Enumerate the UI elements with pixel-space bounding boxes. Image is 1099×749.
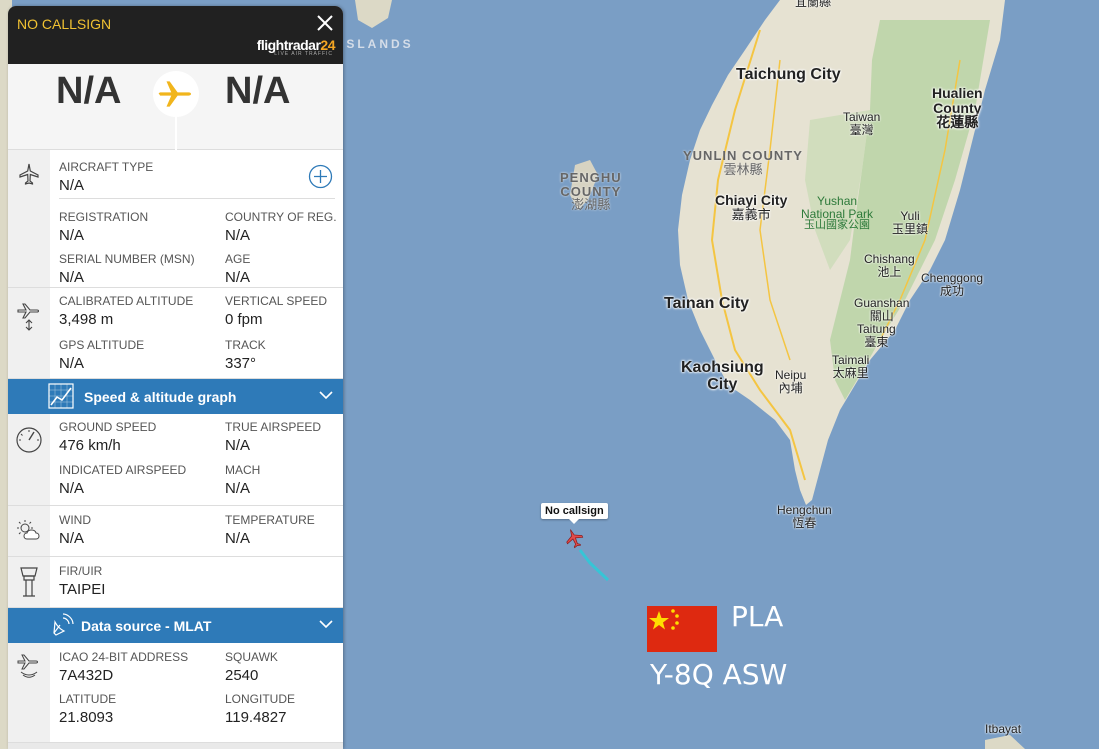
altitude-icon <box>17 303 40 331</box>
icao-address-field: ICAO 24-BIT ADDRESS 7A432D <box>59 650 189 684</box>
vertical-speed-field: VERTICAL SPEED 0 fpm <box>225 294 328 328</box>
mach-field: MACH N/A <box>225 463 261 497</box>
aircraft-marker-icon[interactable] <box>563 527 585 549</box>
latitude-field: LATITUDE 21.8093 <box>59 692 117 726</box>
map-label-tainan: Tainan City <box>664 295 750 312</box>
msn-section: SERIAL NUMBER (MSN) N/A AGE N/A <box>8 246 343 288</box>
map-label-penghu: PENGHU COUNTY 澎湖縣 <box>560 170 622 213</box>
map-label-taitung: Taitung 臺東 <box>857 322 896 349</box>
map-label-guanshan: Guanshan 關山 <box>854 296 910 323</box>
origin-code: N/A <box>56 70 122 112</box>
speedometer-icon <box>16 427 42 453</box>
map-label-hengchun: Hengchun 恆春 <box>777 503 832 530</box>
aircraft-type-overlay: Y-8Q ASW <box>650 658 788 691</box>
aircraft-icon <box>19 163 39 185</box>
registration-field: REGISTRATION N/A <box>59 210 149 244</box>
weather-section: WIND N/A TEMPERATURE N/A <box>8 506 343 557</box>
longitude-field: LONGITUDE 119.4827 <box>225 692 296 726</box>
map-label-taiwan: Taiwan 臺灣 <box>843 110 881 137</box>
wind-field: WIND N/A <box>59 513 91 547</box>
chevron-down-icon <box>319 391 333 400</box>
map-label-top-zh: 宜蘭縣 <box>795 0 832 9</box>
map-label-taichung: Taichung City <box>736 66 841 83</box>
map-label-chenggong: Chenggong 成功 <box>921 271 984 298</box>
callsign-tag[interactable]: No callsign <box>541 503 608 524</box>
fir-field: FIR/UIR TAIPEI <box>59 564 106 598</box>
calibrated-altitude-field: CALIBRATED ALTITUDE 3,498 m <box>59 294 194 328</box>
map-label-chiayi: Chiayi City 嘉義市 <box>715 192 788 222</box>
control-tower-icon <box>20 567 38 597</box>
map-label-yunlin: YUNLIN COUNTY 雲林縣 <box>683 148 803 177</box>
indicated-airspeed-field: INDICATED AIRSPEED N/A <box>59 463 187 497</box>
flight-info-panel: NO CALLSIGN flightradar24 LIVE AIR TRAFF… <box>8 6 343 749</box>
fir-section: FIR/UIR TAIPEI <box>8 557 343 608</box>
close-icon[interactable] <box>316 14 334 32</box>
temperature-field: TEMPERATURE N/A <box>225 513 315 547</box>
map-label-chishang: Chishang 池上 <box>864 252 915 279</box>
age-field: AGE N/A <box>225 252 251 286</box>
msn-field: SERIAL NUMBER (MSN) N/A <box>59 252 195 286</box>
track-field: TRACK 337° <box>225 338 266 372</box>
country-field: COUNTRY OF REG. N/A <box>225 210 337 244</box>
add-aircraft-icon[interactable] <box>308 164 333 189</box>
graph-bar-label: Speed & altitude graph <box>84 389 237 405</box>
data-source-toggle[interactable]: Data source - MLAT <box>8 608 343 643</box>
altitude-section: CALIBRATED ALTITUDE 3,498 m VERTICAL SPE… <box>8 288 343 379</box>
speed-altitude-graph-toggle[interactable]: Speed & altitude graph <box>8 379 343 414</box>
chevron-down-icon <box>319 620 333 629</box>
destination-code: N/A <box>225 70 291 112</box>
map-label-yushan: Yushan National Park 玉山國家公園 <box>801 194 874 232</box>
transponder-icon <box>17 654 38 678</box>
ground-speed-field: GROUND SPEED 476 km/h <box>59 420 157 454</box>
map-label-hualien: Hualien County 花蓮縣 <box>932 85 983 131</box>
aircraft-section: AIRCRAFT TYPE N/A REGISTRATION N/A COUNT… <box>8 150 343 246</box>
map-label-neipu: Neipu 內埔 <box>775 368 807 395</box>
aircraft-type-field: AIRCRAFT TYPE N/A <box>59 160 154 194</box>
map-label-taimali: Taimali 太麻里 <box>832 353 870 380</box>
map-label-itbayat: Itbayat <box>985 722 1022 736</box>
map-label-kaohsiung: Kaohsiung City <box>681 359 764 393</box>
data-source-label: Data source - MLAT <box>81 618 212 634</box>
map-label-islands: ISLANDS <box>340 37 414 51</box>
logo-tagline: LIVE AIR TRAFFIC <box>274 51 333 57</box>
transponder-section: ICAO 24-BIT ADDRESS 7A432D SQUAWK 2540 L… <box>8 643 343 743</box>
squawk-field: SQUAWK 2540 <box>225 650 278 684</box>
panel-header: NO CALLSIGN flightradar24 LIVE AIR TRAFF… <box>8 6 343 64</box>
china-flag-icon <box>647 606 717 652</box>
callsign-title: NO CALLSIGN <box>17 16 112 32</box>
true-airspeed-field: TRUE AIRSPEED N/A <box>225 420 322 454</box>
operator-overlay: PLA <box>731 600 784 633</box>
map-label-yuli: Yuli 玉里鎮 <box>892 209 929 236</box>
route-summary: N/A N/A <box>8 64 343 150</box>
antenna-icon <box>53 613 74 636</box>
speed-section: GROUND SPEED 476 km/h TRUE AIRSPEED N/A … <box>8 414 343 506</box>
weather-icon <box>17 520 40 540</box>
gps-altitude-field: GPS ALTITUDE N/A <box>59 338 145 372</box>
route-plane-icon <box>153 71 199 117</box>
graph-icon <box>48 383 74 409</box>
